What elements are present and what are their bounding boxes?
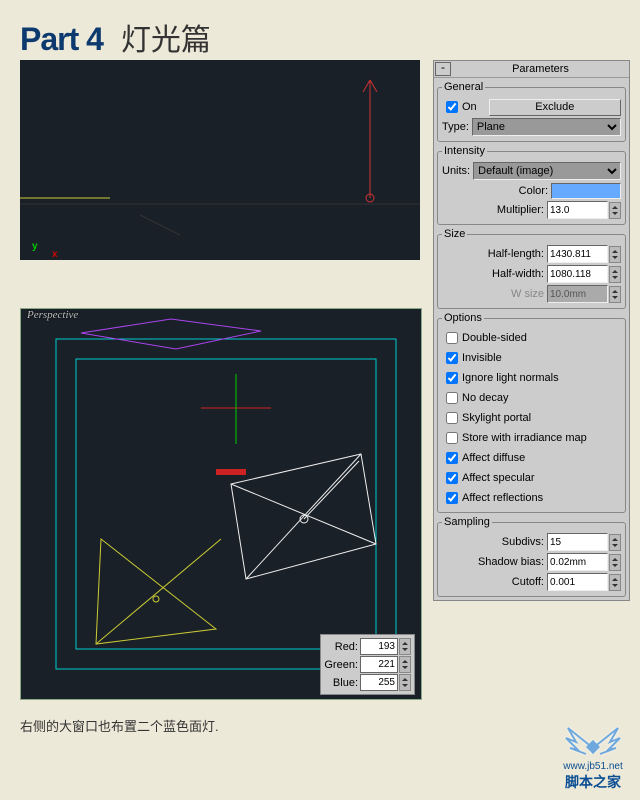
options-legend: Options [442,312,484,324]
sampling-legend: Sampling [442,516,492,528]
option-label-3: No decay [462,392,508,404]
type-label: Type: [442,121,469,133]
axis-x: x [52,249,58,260]
w-size-input [547,285,608,303]
cutoff-label: Cutoff: [512,576,544,588]
shadow-bias-input[interactable] [547,553,608,571]
multiplier-input[interactable] [547,201,608,219]
color-swatch[interactable] [551,183,621,199]
blue-spinner[interactable] [399,674,411,691]
type-select[interactable]: Plane [472,118,621,136]
axis-y: y [32,241,38,252]
units-label: Units: [442,165,470,177]
cutoff-input[interactable] [547,573,608,591]
option-checkbox-0[interactable] [446,332,458,344]
watermark-url: www.jb51.net [558,761,628,772]
wings-icon [558,720,628,756]
subdivs-spinner[interactable] [609,534,621,551]
option-label-5: Store with irradiance map [462,432,587,444]
option-label-0: Double-sided [462,332,527,344]
size-legend: Size [442,228,467,240]
viewport-perspective[interactable]: Perspective Red: Green: Blue: [20,308,422,700]
half-width-spinner[interactable] [609,266,621,283]
intensity-legend: Intensity [442,145,487,157]
green-input[interactable] [360,656,398,673]
w-size-label: W size [511,288,544,300]
viewport-top[interactable]: yx [20,60,420,260]
shadow-bias-spinner[interactable] [609,554,621,571]
option-checkbox-4[interactable] [446,412,458,424]
w-size-spinner [609,286,621,303]
option-label-1: Invisible [462,352,502,364]
page-subtitle: 灯光篇 [121,15,211,59]
half-length-spinner[interactable] [609,246,621,263]
option-checkbox-1[interactable] [446,352,458,364]
color-label: Color: [519,185,548,197]
general-legend: General [442,81,485,93]
green-spinner[interactable] [399,656,411,673]
parameters-panel: - Parameters General On Exclude Type:Plan… [433,60,630,601]
half-length-label: Half-length: [488,248,544,260]
red-label: Red: [335,641,358,653]
caption-text: 右侧的大窗口也布置二个蓝色面灯. [20,716,219,735]
subdivs-input[interactable] [547,533,608,551]
units-select[interactable]: Default (image) [473,162,621,180]
multiplier-spinner[interactable] [609,202,621,219]
watermark: www.jb51.net 脚本之家 [558,720,628,792]
option-checkbox-8[interactable] [446,492,458,504]
on-label: On [462,101,477,113]
option-checkbox-2[interactable] [446,372,458,384]
watermark-cn: 脚本之家 [558,772,628,792]
subdivs-label: Subdivs: [502,536,544,548]
red-input[interactable] [360,638,398,655]
half-length-input[interactable] [547,245,608,263]
cutoff-spinner[interactable] [609,574,621,591]
shadow-bias-label: Shadow bias: [478,556,544,568]
red-spinner[interactable] [399,638,411,655]
half-width-input[interactable] [547,265,608,283]
blue-label: Blue: [333,677,358,689]
page-part: Part 4 [20,21,103,58]
rgb-panel: Red: Green: Blue: [320,634,415,695]
viewport-top-scene [20,60,420,260]
blue-input[interactable] [360,674,398,691]
half-width-label: Half-width: [492,268,544,280]
green-label: Green: [324,659,358,671]
option-checkbox-3[interactable] [446,392,458,404]
option-checkbox-5[interactable] [446,432,458,444]
panel-title: Parameters [452,63,629,75]
option-label-4: Skylight portal [462,412,531,424]
option-checkbox-7[interactable] [446,472,458,484]
option-checkbox-6[interactable] [446,452,458,464]
option-label-7: Affect specular [462,472,535,484]
option-label-8: Affect reflections [462,492,543,504]
exclude-button[interactable]: Exclude [489,99,621,116]
viewport-label: Perspective [27,309,78,321]
collapse-button[interactable]: - [435,62,451,76]
option-label-2: Ignore light normals [462,372,559,384]
multiplier-label: Multiplier: [497,204,544,216]
option-label-6: Affect diffuse [462,452,525,464]
on-checkbox[interactable] [446,101,458,113]
